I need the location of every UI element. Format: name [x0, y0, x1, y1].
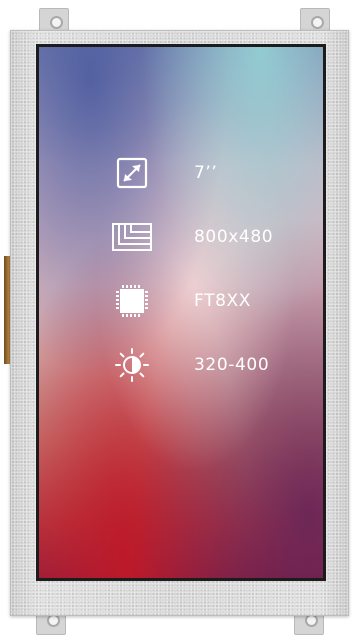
- display-screen: 7’’ 800x480 FT8XX 320-400: [36, 44, 326, 581]
- mounting-hole: [310, 16, 324, 29]
- spec-value-chip: FT8XX: [194, 291, 251, 311]
- screen-size-icon: [116, 157, 148, 189]
- brightness-icon: [115, 348, 149, 382]
- spec-value-resolution: 800x480: [194, 227, 274, 247]
- spec-value-brightness: 320-400: [194, 355, 270, 375]
- spec-value-screen-size: 7’’: [194, 163, 218, 183]
- mounting-hole: [49, 16, 63, 29]
- chip-icon: [116, 285, 148, 317]
- resolution-icon: [112, 223, 152, 251]
- display-wallpaper: 7’’ 800x480 FT8XX 320-400: [39, 47, 323, 578]
